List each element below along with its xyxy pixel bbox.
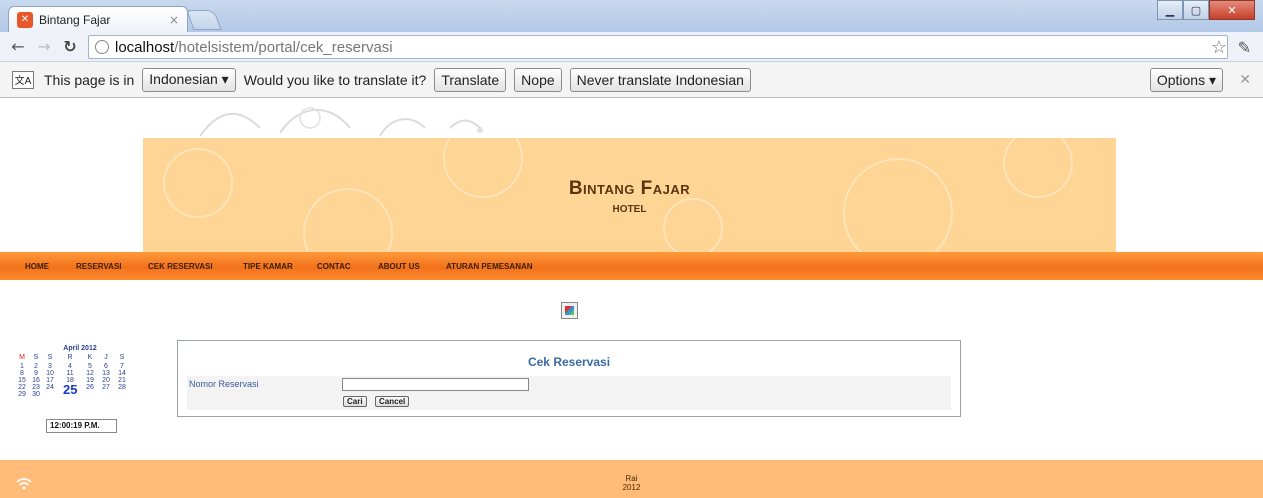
calendar-day: 20 xyxy=(102,377,110,384)
minimize-icon[interactable]: ▁ xyxy=(1157,0,1183,20)
calendar-day: 30 xyxy=(32,391,40,398)
cari-button[interactable]: Cari xyxy=(343,396,367,407)
calendar-day: 21 xyxy=(118,377,126,384)
calendar-day: 9 xyxy=(34,370,38,377)
options-button[interactable]: Options ▾ xyxy=(1149,68,1223,92)
bookmark-star-icon[interactable]: ☆ xyxy=(1211,37,1227,58)
calendar-day: 1 xyxy=(20,363,24,370)
calendar-day: 13 xyxy=(102,370,110,377)
calendar-day: 28 xyxy=(118,384,126,391)
window-controls: ▁ ▢ ✕ xyxy=(1157,0,1255,20)
translate-button[interactable]: Translate xyxy=(434,67,507,92)
forward-arrow-icon[interactable]: → xyxy=(36,37,52,56)
calendar-day: 14 xyxy=(118,370,126,377)
page-info-icon[interactable] xyxy=(95,40,109,54)
calendar-day: 11 xyxy=(66,370,74,377)
calendar-day: 8 xyxy=(20,370,24,377)
browser-tabstrip: ✕ Bintang Fajar × ▁ ▢ ✕ xyxy=(0,0,1263,32)
infobar-close-icon[interactable]: ✕ xyxy=(1239,71,1251,88)
calendar-weekday: R xyxy=(67,354,73,361)
calendar-day: 10 xyxy=(46,370,54,377)
calendar-day: 12 xyxy=(86,370,94,377)
footer-text: Rai 2012 xyxy=(0,474,1263,492)
site-footer: Rai 2012 xyxy=(0,460,1263,498)
panel-title: Cek Reservasi xyxy=(527,355,611,369)
calendar-day: 24 xyxy=(46,384,54,391)
calendar-day: 5 xyxy=(88,363,92,370)
footer-author: Rai xyxy=(625,474,638,483)
calendar-weekday: S xyxy=(47,354,53,361)
close-window-icon[interactable]: ✕ xyxy=(1209,0,1255,20)
calendar-day: 16 xyxy=(32,377,40,384)
menu-item-about-us[interactable]: ABOUT US xyxy=(378,262,420,271)
cek-reservasi-panel: Cek Reservasi Nomor Reservasi Cari Cance… xyxy=(177,340,961,417)
calendar-day: 15 xyxy=(18,377,26,384)
calendar-day: 19 xyxy=(86,377,94,384)
nomor-reservasi-input[interactable] xyxy=(342,378,529,391)
calendar-day: 22 xyxy=(18,384,26,391)
reload-icon[interactable]: ↻ xyxy=(62,37,78,56)
footer-year: 2012 xyxy=(622,483,641,492)
calendar-day: 23 xyxy=(32,384,40,391)
reservation-form-row: Nomor Reservasi Cari Cancel xyxy=(187,376,951,410)
calendar-day: 17 xyxy=(46,377,54,384)
broken-image-icon xyxy=(561,302,578,319)
floral-decoration xyxy=(199,107,483,137)
translate-infobar: 文A This page is in Indonesian ▾ Would yo… xyxy=(0,62,1263,98)
menu-item-tipe-kamar[interactable]: TIPE KAMAR xyxy=(243,262,293,271)
calendar-day: 6 xyxy=(104,363,108,370)
language-select[interactable]: Indonesian ▾ xyxy=(142,67,236,92)
calendar-weekday: S xyxy=(33,354,39,361)
site-title: Bintang Fajar xyxy=(568,178,691,199)
calendar-day: 7 xyxy=(120,363,124,370)
never-translate-button[interactable]: Never translate Indonesian xyxy=(569,67,751,92)
menu-item-contac[interactable]: CONTAC xyxy=(317,262,351,271)
menu-item-reservasi[interactable]: RESERVASI xyxy=(76,262,122,271)
browser-toolbar: ← → ↻ localhost /hotelsistem/portal/cek_… xyxy=(0,32,1263,62)
infobar-question: Would you like to translate it? xyxy=(243,71,427,88)
menu-item-cek-reservasi[interactable]: CEK RESERVASI xyxy=(148,262,213,271)
site-subtitle: HOTEL xyxy=(612,204,647,215)
calendar-weekday: S xyxy=(119,354,125,361)
url-path: /hotelsistem/portal/cek_reservasi xyxy=(174,38,393,56)
site-header: Bintang Fajar HOTEL xyxy=(143,138,1116,252)
nomor-reservasi-label: Nomor Reservasi xyxy=(189,379,259,389)
calendar-day: 4 xyxy=(68,363,72,370)
nope-button[interactable]: Nope xyxy=(514,67,562,92)
calendar-day: 26 xyxy=(86,384,94,391)
maximize-icon[interactable]: ▢ xyxy=(1183,0,1209,20)
calendar-day: 27 xyxy=(102,384,110,391)
translate-icon: 文A xyxy=(12,70,34,89)
tab-close-icon[interactable]: × xyxy=(169,13,179,27)
menu-item-home[interactable]: HOME xyxy=(25,262,49,271)
infobar-prefix: This page is in xyxy=(44,71,135,88)
tab-title: Bintang Fajar xyxy=(39,12,111,27)
calendar-month: April 2012 xyxy=(63,345,97,352)
back-arrow-icon[interactable]: ← xyxy=(10,37,26,56)
wrench-menu-icon[interactable]: ✎ xyxy=(1238,38,1251,57)
cancel-button[interactable]: Cancel xyxy=(375,396,410,407)
calendar-weekday: K xyxy=(87,354,93,361)
calendar-day: 2 xyxy=(34,363,38,370)
calendar-day: 29 xyxy=(18,391,26,398)
address-bar[interactable]: localhost /hotelsistem/portal/cek_reserv… xyxy=(88,35,1228,59)
main-menu: HOME RESERVASI CEK RESERVASI TIPE KAMAR … xyxy=(0,252,1263,280)
calendar-weekday: J xyxy=(104,354,108,361)
clock-display: 12:00:19 P.M. xyxy=(46,419,117,433)
calendar-today: 25 xyxy=(63,382,78,397)
menu-item-aturan-pemesanan[interactable]: ATURAN PEMESANAN xyxy=(446,262,533,271)
web-page: Bintang Fajar HOTEL HOME RESERVASI CEK R… xyxy=(0,98,1263,498)
browser-tab[interactable]: ✕ Bintang Fajar × xyxy=(8,6,188,32)
url-host: localhost xyxy=(115,38,175,56)
calendar-weekday: M xyxy=(19,354,25,361)
site-favicon-icon: ✕ xyxy=(17,11,33,28)
calendar-day: 3 xyxy=(48,363,52,370)
new-tab-button[interactable] xyxy=(186,10,222,30)
